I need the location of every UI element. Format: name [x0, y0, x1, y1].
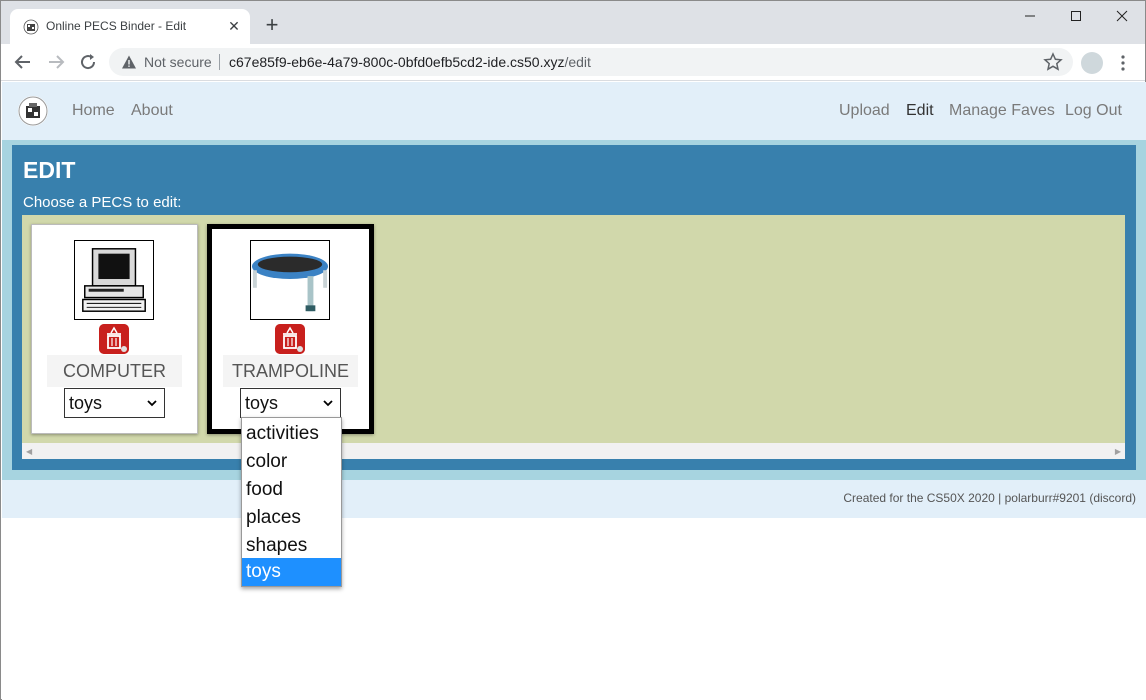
minimize-icon: [1025, 15, 1035, 17]
maximize-icon: [1071, 11, 1081, 21]
web-page: Home About Upload Edit Manage Faves Log …: [2, 82, 1146, 700]
page-title: EDIT: [23, 157, 76, 183]
pecs-label: COMPUTER: [47, 355, 182, 387]
close-window-button[interactable]: [1099, 5, 1145, 29]
browser-window: Online PECS Binder - Edit ✕ + Not secure…: [0, 0, 1146, 700]
minimize-button[interactable]: [1007, 5, 1053, 29]
pecs-card-selected[interactable]: TRAMPOLINE toys: [207, 224, 374, 434]
pecs-label: TRAMPOLINE: [223, 355, 358, 387]
category-select-value: toys: [69, 393, 103, 413]
nav-home-link[interactable]: Home: [72, 102, 115, 120]
maximize-button[interactable]: [1053, 5, 1099, 29]
forward-arrow-icon[interactable]: [44, 50, 68, 74]
reload-icon[interactable]: [76, 50, 100, 74]
category-select[interactable]: toys: [240, 388, 341, 418]
tab-close-icon[interactable]: ✕: [224, 16, 244, 36]
site-logo-icon[interactable]: [18, 96, 48, 126]
delete-trash-icon[interactable]: [275, 324, 305, 354]
footer-text: Created for the CS50X 2020 | polarburr#9…: [843, 491, 1136, 505]
new-tab-button[interactable]: +: [260, 13, 284, 37]
site-footer: Created for the CS50X 2020 | polarburr#9…: [2, 480, 1146, 518]
warning-icon[interactable]: [121, 54, 137, 70]
nav-manage-faves-link[interactable]: Manage Faves: [949, 102, 1055, 120]
profile-avatar[interactable]: [1081, 52, 1103, 74]
close-icon: [1116, 10, 1128, 22]
tab-strip: Online PECS Binder - Edit ✕ +: [1, 1, 1145, 44]
chevron-down-icon: [147, 400, 157, 407]
edit-panel: EDIT Choose a PECS to edit: COMPUTER toy…: [12, 145, 1136, 470]
browser-toolbar: Not secure c67e85f9-eb6e-4a79-800c-0bfd0…: [1, 44, 1145, 81]
trampoline-image: [250, 240, 330, 320]
tab-title: Online PECS Binder - Edit: [46, 19, 187, 33]
dropdown-option[interactable]: food: [242, 476, 341, 504]
nav-edit-link[interactable]: Edit: [906, 102, 934, 120]
url-path: /edit: [564, 54, 591, 70]
browser-tab[interactable]: Online PECS Binder - Edit ✕: [10, 9, 250, 44]
scroll-left-arrow-icon[interactable]: ◀: [26, 447, 32, 456]
category-select[interactable]: toys: [64, 388, 165, 418]
dropdown-option[interactable]: activities: [242, 420, 341, 448]
delete-trash-icon[interactable]: [99, 324, 129, 354]
category-select-value: toys: [245, 393, 279, 413]
back-arrow-icon[interactable]: [11, 50, 35, 74]
dropdown-option-selected[interactable]: toys: [242, 558, 341, 586]
horizontal-scrollbar[interactable]: ◀ ▶: [22, 443, 1125, 459]
address-bar[interactable]: Not secure c67e85f9-eb6e-4a79-800c-0bfd0…: [109, 48, 1073, 76]
site-navbar: Home About Upload Edit Manage Faves Log …: [2, 82, 1146, 140]
bookmark-star-icon[interactable]: [1043, 52, 1063, 72]
menu-kebab-icon[interactable]: [1115, 52, 1131, 74]
nav-logout-link[interactable]: Log Out: [1065, 102, 1122, 120]
pecs-gallery: COMPUTER toys TRAMPOLINE toys ◀ ▶: [22, 215, 1125, 459]
content-band: EDIT Choose a PECS to edit: COMPUTER toy…: [2, 140, 1146, 480]
page-subtitle: Choose a PECS to edit:: [23, 194, 182, 211]
url-host: c67e85f9-eb6e-4a79-800c-0bfd0efb5cd2-ide…: [229, 54, 565, 70]
favicon-icon: [23, 19, 39, 35]
category-dropdown-list: activities color food places shapes toys: [241, 417, 342, 587]
scroll-right-arrow-icon[interactable]: ▶: [1115, 447, 1121, 456]
computer-image: [74, 240, 154, 320]
dropdown-option[interactable]: places: [242, 504, 341, 532]
dropdown-option[interactable]: shapes: [242, 532, 341, 560]
dropdown-option[interactable]: color: [242, 448, 341, 476]
security-label: Not secure: [144, 54, 212, 70]
nav-upload-link[interactable]: Upload: [839, 102, 890, 120]
chevron-down-icon: [323, 400, 333, 407]
pecs-card[interactable]: COMPUTER toys: [31, 224, 198, 434]
nav-about-link[interactable]: About: [131, 102, 173, 120]
url-text: c67e85f9-eb6e-4a79-800c-0bfd0efb5cd2-ide…: [229, 54, 591, 70]
separator: [219, 54, 220, 70]
